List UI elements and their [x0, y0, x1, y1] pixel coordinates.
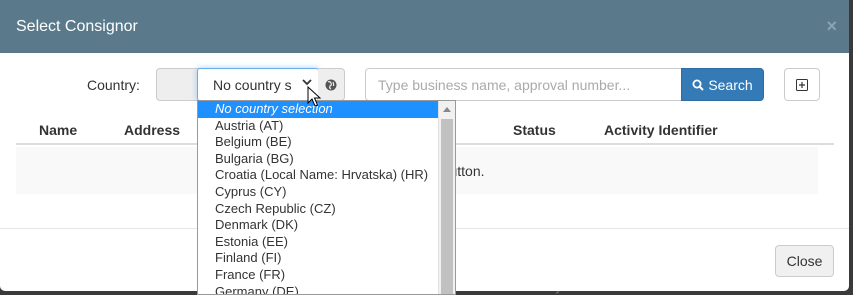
- country-label: Country:: [87, 77, 140, 93]
- dropdown-option[interactable]: Cyprus (CY): [198, 184, 455, 201]
- column-header-activity-identifier[interactable]: Activity Identifier: [604, 122, 718, 138]
- modal-title: Select Consignor: [16, 17, 138, 35]
- search-button-label: Search: [708, 76, 753, 93]
- modal-header: Select Consignor ×: [0, 0, 849, 53]
- scrollbar-thumb[interactable]: [441, 119, 453, 294]
- search-icon: [692, 79, 705, 91]
- country-dropdown-list[interactable]: No country selection Austria (AT) Belgium …: [197, 100, 456, 295]
- dropdown-option[interactable]: Bulgaria (BG): [198, 151, 455, 168]
- scroll-up-icon[interactable]: [443, 107, 451, 112]
- dropdown-option[interactable]: Germany (DE): [198, 284, 455, 294]
- dropdown-option[interactable]: Czech Republic (CZ): [198, 201, 455, 218]
- globe-icon: [325, 79, 337, 90]
- plus-square-icon: [796, 78, 808, 91]
- dropdown-option[interactable]: Croatia (Local Name: Hrvatska) (HR): [198, 167, 455, 184]
- dropdown-scrollbar[interactable]: [438, 101, 455, 294]
- close-button[interactable]: Close: [775, 245, 834, 277]
- country-select[interactable]: No country s: [197, 68, 319, 101]
- add-consignor-button[interactable]: [784, 68, 820, 101]
- dropdown-option[interactable]: Estonia (EE): [198, 234, 455, 251]
- filter-row: Country: No country s Search: [0, 68, 849, 102]
- dropdown-option[interactable]: Austria (AT): [198, 118, 455, 135]
- close-icon[interactable]: ×: [826, 17, 837, 35]
- search-input[interactable]: [365, 68, 682, 101]
- mouse-pointer-icon: [307, 86, 321, 107]
- globe-addon[interactable]: [318, 68, 345, 101]
- dropdown-option[interactable]: Denmark (DK): [198, 217, 455, 234]
- column-header-status[interactable]: Status: [513, 122, 556, 138]
- search-button[interactable]: Search: [681, 68, 764, 101]
- column-header-address[interactable]: Address: [124, 122, 180, 138]
- column-header-name[interactable]: Name: [39, 122, 77, 138]
- dropdown-option[interactable]: Finland (FI): [198, 250, 455, 267]
- dropdown-option[interactable]: Belgium (BE): [198, 134, 455, 151]
- dropdown-option[interactable]: France (FR): [198, 267, 455, 284]
- country-addon: [156, 68, 200, 101]
- country-select-value: No country s: [213, 76, 292, 93]
